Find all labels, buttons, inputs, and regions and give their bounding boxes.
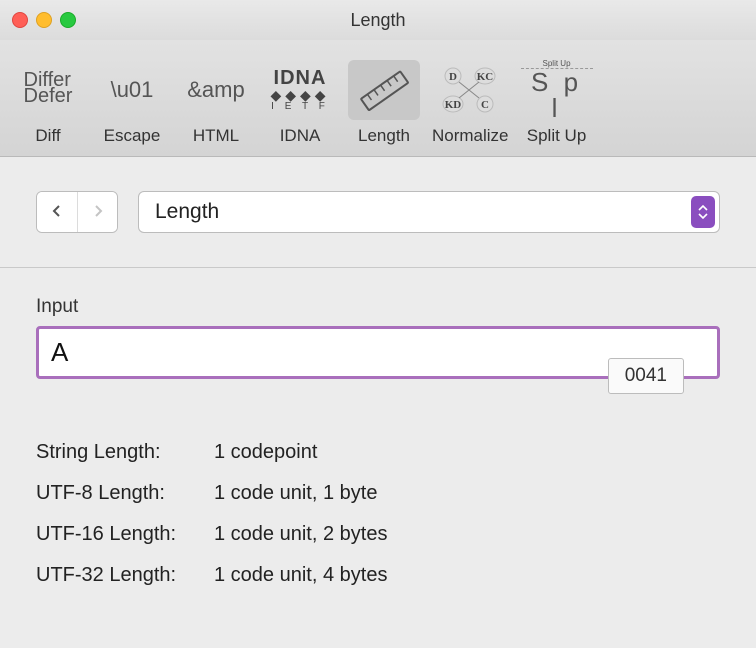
- result-key: UTF-8 Length:: [36, 482, 214, 505]
- normalize-icon: D KC KD C: [434, 60, 506, 120]
- toolbar-item-normalize[interactable]: D KC KD C Normalize: [426, 54, 515, 156]
- subheader: Length: [0, 157, 756, 268]
- nav-buttons: [36, 191, 118, 233]
- result-key: UTF-32 Length:: [36, 564, 214, 587]
- window-title: Length: [0, 10, 756, 31]
- toolbar-item-label: Length: [358, 126, 410, 146]
- titlebar: Length: [0, 0, 756, 40]
- app-window: Length Differ Defer Diff \u01 Escape &am…: [0, 0, 756, 648]
- toolbar-item-idna[interactable]: IDNA ◆◆◆◆ I E T F IDNA: [258, 54, 342, 156]
- result-row: UTF-32 Length: 1 code unit, 4 bytes: [36, 564, 720, 587]
- content-area: Input 0041 String Length: 1 codepoint UT…: [0, 268, 756, 587]
- diff-icon: Differ Defer: [12, 60, 84, 120]
- codepoint-badge: 0041: [608, 358, 684, 394]
- result-row: UTF-16 Length: 1 code unit, 2 bytes: [36, 523, 720, 546]
- result-value: 1 code unit, 1 byte: [214, 482, 377, 505]
- svg-text:KD: KD: [445, 99, 462, 111]
- mode-dropdown[interactable]: Length: [138, 191, 720, 233]
- result-key: UTF-16 Length:: [36, 523, 214, 546]
- results-list: String Length: 1 codepoint UTF-8 Length:…: [36, 441, 720, 587]
- toolbar: Differ Defer Diff \u01 Escape &amp HTML …: [0, 40, 756, 157]
- toolbar-item-label: HTML: [193, 126, 239, 146]
- toolbar-item-label: Escape: [104, 126, 161, 146]
- toolbar-item-label: Diff: [35, 126, 60, 146]
- svg-text:C: C: [481, 99, 489, 111]
- result-row: String Length: 1 codepoint: [36, 441, 720, 464]
- toolbar-item-escape[interactable]: \u01 Escape: [90, 54, 174, 156]
- result-row: UTF-8 Length: 1 code unit, 1 byte: [36, 482, 720, 505]
- idna-icon: IDNA ◆◆◆◆ I E T F: [264, 60, 336, 120]
- ruler-icon: [348, 60, 420, 120]
- result-key: String Length:: [36, 441, 214, 464]
- toolbar-item-label: IDNA: [280, 126, 321, 146]
- result-value: 1 code unit, 4 bytes: [214, 564, 387, 587]
- escape-icon: \u01: [96, 60, 168, 120]
- split-up-icon: Split Up S p l: [521, 60, 593, 120]
- toolbar-item-label: Normalize: [432, 126, 509, 146]
- nav-forward-button[interactable]: [77, 192, 117, 232]
- svg-text:KC: KC: [477, 71, 494, 83]
- toolbar-item-label: Split Up: [527, 126, 587, 146]
- norm-D: D: [449, 71, 457, 83]
- dropdown-stepper-icon: [691, 196, 715, 228]
- html-icon: &amp: [180, 60, 252, 120]
- dropdown-selected-label: Length: [139, 200, 235, 224]
- toolbar-item-html[interactable]: &amp HTML: [174, 54, 258, 156]
- toolbar-item-length[interactable]: Length: [342, 54, 426, 156]
- toolbar-item-split-up[interactable]: Split Up S p l Split Up: [515, 54, 599, 156]
- input-label: Input: [36, 296, 720, 318]
- result-value: 1 codepoint: [214, 441, 317, 464]
- nav-back-button[interactable]: [37, 192, 77, 232]
- toolbar-item-diff[interactable]: Differ Defer Diff: [6, 54, 90, 156]
- result-value: 1 code unit, 2 bytes: [214, 523, 387, 546]
